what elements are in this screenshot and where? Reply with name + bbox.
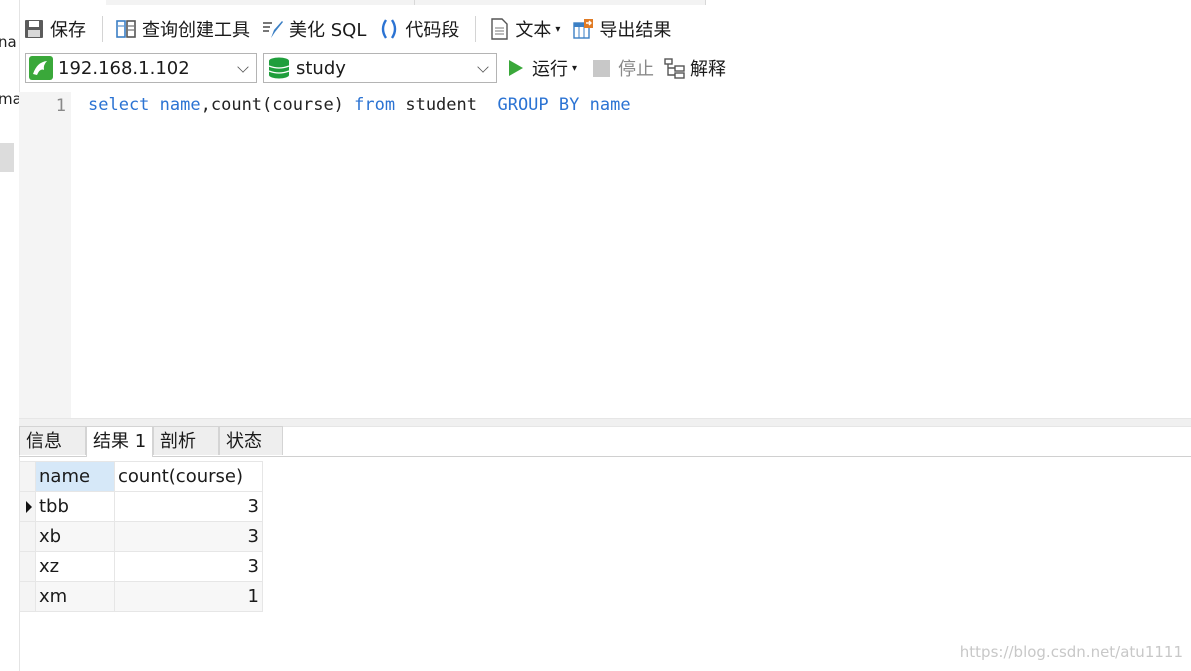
result-tabs: 信息 结果 1 剖析 状态 <box>19 425 1191 457</box>
toolbar-separator <box>102 16 103 42</box>
code-snippet-button[interactable]: 代码段 <box>374 13 463 45</box>
database-select[interactable]: study <box>263 53 497 83</box>
window-tab[interactable] <box>106 0 415 5</box>
window-tab[interactable] <box>415 0 706 5</box>
cell-name[interactable]: xb <box>35 521 115 552</box>
row-indicator <box>19 491 36 522</box>
tab-status[interactable]: 状态 <box>219 426 283 455</box>
tab-result-1[interactable]: 结果 1 <box>86 426 153 457</box>
dropdown-dot-icon: ▾ <box>572 62 578 74</box>
sql-keyword-token: GROUP BY <box>497 95 580 115</box>
cell-name[interactable]: xz <box>35 551 115 582</box>
cell-count[interactable]: 3 <box>114 521 263 552</box>
database-name: study <box>296 57 346 79</box>
code-snippet-label: 代码段 <box>405 20 460 41</box>
save-label: 保存 <box>50 20 86 41</box>
cell-count[interactable]: 3 <box>114 551 263 582</box>
tab-profile[interactable]: 剖析 <box>153 426 219 455</box>
sql-text-token <box>149 95 159 115</box>
row-indicator-header <box>19 461 36 492</box>
chevron-down-icon <box>237 61 249 73</box>
mysql-dolphin-icon <box>29 56 53 80</box>
tab-info[interactable]: 信息 <box>19 426 86 455</box>
table-row[interactable]: xm 1 <box>19 581 263 612</box>
beautify-sql-button[interactable]: 美化 SQL <box>258 13 370 45</box>
sql-keyword-token: select <box>88 95 150 115</box>
line-number: 1 <box>55 96 66 116</box>
cell-name[interactable]: xm <box>35 581 115 612</box>
line-number-gutter: 1 <box>19 92 71 418</box>
table-row[interactable]: xb 3 <box>19 521 263 552</box>
database-icon <box>267 56 291 80</box>
export-table-icon <box>572 18 594 40</box>
run-label: 运行 <box>532 59 568 80</box>
dropdown-dot-icon: ▾ <box>555 23 561 35</box>
tab-strip-edge <box>106 0 1191 5</box>
toolbar-separator <box>475 16 477 42</box>
left-panel-edge: na ma <box>0 0 20 671</box>
connection-toolbar: 192.168.1.102 study 运行 ▾ 停止 解释 <box>19 50 1191 86</box>
save-icon <box>23 18 45 40</box>
cell-name[interactable]: tbb <box>35 491 115 522</box>
connection-host: 192.168.1.102 <box>58 57 190 79</box>
export-results-label: 导出结果 <box>599 20 672 41</box>
cell-count[interactable]: 1 <box>114 581 263 612</box>
play-icon <box>509 60 523 76</box>
result-grid[interactable]: name count(course) tbb 3 xb 3 xz 3 xm 1 <box>19 461 263 612</box>
row-indicator <box>19 521 36 552</box>
column-header-count[interactable]: count(course) <box>114 461 263 492</box>
table-row[interactable]: tbb 3 <box>19 491 263 522</box>
sql-text-token: student <box>395 95 498 115</box>
run-button[interactable]: 运行 ▾ <box>505 52 581 84</box>
save-button[interactable]: 保存 <box>19 13 90 45</box>
sql-keyword-token: name <box>159 95 201 115</box>
query-builder-icon <box>115 18 137 40</box>
left-panel-text: ma <box>0 90 19 108</box>
explain-tree-icon <box>663 57 687 79</box>
query-builder-button[interactable]: 查询创建工具 <box>111 13 254 45</box>
current-row-arrow-icon <box>26 501 32 513</box>
row-indicator <box>19 551 36 582</box>
explain-label: 解释 <box>690 59 726 80</box>
stop-button[interactable]: 停止 <box>589 52 658 84</box>
row-indicator <box>19 581 36 612</box>
connection-select[interactable]: 192.168.1.102 <box>25 53 257 83</box>
parentheses-icon <box>378 18 400 40</box>
watermark-text: https://blog.csdn.net/atu1111 <box>959 643 1183 661</box>
table-row[interactable]: xz 3 <box>19 551 263 582</box>
sql-keyword-token: name <box>589 95 631 115</box>
sql-code-line[interactable]: select name,count(course) from student G… <box>88 95 631 115</box>
export-results-button[interactable]: 导出结果 <box>568 13 675 45</box>
sql-editor[interactable]: 1 select name,count(course) from student… <box>19 92 1191 418</box>
left-panel-text: na <box>0 33 17 51</box>
stop-square-icon <box>593 59 610 77</box>
text-label: 文本 <box>515 20 552 41</box>
column-header-name[interactable]: name <box>35 461 115 492</box>
beautify-sql-label: 美化 SQL <box>289 20 367 41</box>
explain-button[interactable]: 解释 <box>659 52 730 84</box>
chevron-down-icon <box>477 61 489 73</box>
beautify-brush-icon <box>262 18 284 40</box>
sql-text-token: ,count(course) <box>200 95 355 115</box>
main-toolbar: 保存 查询创建工具 美化 SQL 代码段 文本 ▾ 导出结果 <box>19 10 1191 48</box>
text-button[interactable]: 文本 ▾ <box>484 13 564 45</box>
document-icon <box>488 18 510 40</box>
sql-keyword-token: from <box>354 95 396 115</box>
stop-label: 停止 <box>618 59 654 80</box>
cell-count[interactable]: 3 <box>114 491 263 522</box>
sql-text-token <box>579 95 589 115</box>
left-panel-selected-item[interactable] <box>0 143 14 172</box>
query-builder-label: 查询创建工具 <box>142 20 250 41</box>
